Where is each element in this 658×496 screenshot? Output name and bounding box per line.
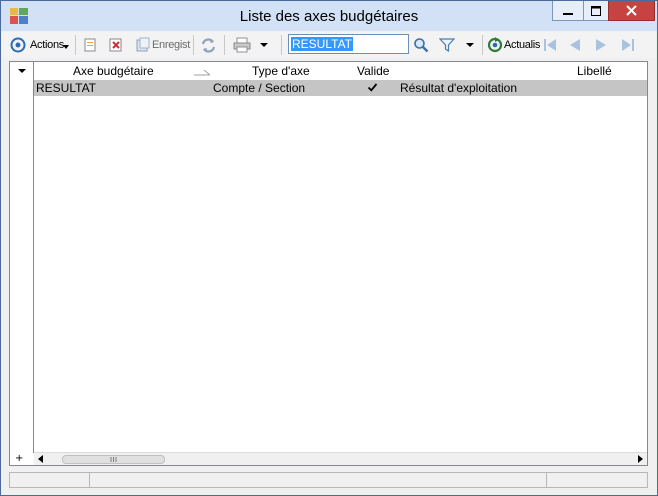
print-button[interactable]: [233, 35, 268, 55]
save-icon: [136, 37, 150, 52]
actions-icon: [10, 37, 26, 53]
status-panel: [89, 472, 547, 488]
refresh-icon: [487, 37, 503, 53]
toolbar-separator: [193, 35, 194, 55]
save-label: Enregist: [152, 39, 190, 51]
toolbar-separator: [281, 35, 282, 55]
actions-button[interactable]: Actions: [10, 35, 69, 55]
maximize-icon: [591, 5, 601, 16]
sync-icon: [201, 37, 216, 53]
filter-button[interactable]: [439, 35, 474, 55]
new-record-icon: [84, 38, 96, 52]
cell-libelle[interactable]: Résultat d'exploitation: [400, 81, 517, 95]
column-header-libelle[interactable]: Libellé: [577, 64, 612, 78]
close-button[interactable]: [608, 1, 655, 21]
toolbar-separator: [75, 35, 76, 55]
minimize-icon: [563, 12, 573, 15]
dropdown-arrow-icon: [260, 43, 268, 47]
cell-axe[interactable]: RESULTAT: [36, 81, 96, 95]
last-page-button[interactable]: [620, 35, 636, 55]
grid-header: Axe budgétaire Type d'axe Valide Libellé: [34, 62, 647, 79]
status-panel: [546, 472, 648, 488]
search-input[interactable]: RESULTAT: [288, 34, 409, 54]
column-header-valide[interactable]: Valide: [357, 64, 389, 78]
actions-label: Actions: [30, 39, 64, 51]
table-row[interactable]: RESULTAT Compte / Section Résultat d'exp…: [34, 80, 647, 96]
grip-icon: [110, 457, 117, 462]
next-page-button[interactable]: [594, 35, 608, 55]
dropdown-arrow-icon: [62, 45, 69, 49]
refresh-button[interactable]: Actualis: [487, 35, 540, 55]
previous-page-button[interactable]: [568, 35, 582, 55]
sort-indicator-icon: [194, 70, 210, 76]
status-bar: [1, 469, 657, 495]
close-icon: [626, 5, 637, 16]
checkmark-icon[interactable]: [367, 82, 378, 93]
filter-icon: [439, 38, 455, 53]
next-page-icon: [596, 39, 606, 51]
row-selector-column: [10, 62, 34, 453]
status-panel: [9, 472, 90, 488]
magnifier-icon: [414, 38, 429, 53]
toolbar: Actions Enregist RESULTAT Actualis: [2, 32, 656, 58]
toolbar-separator: [482, 35, 483, 55]
dropdown-arrow-icon: [466, 43, 474, 47]
main-window: Liste des axes budgétaires Actions Enreg…: [0, 0, 658, 496]
add-row-button[interactable]: +: [15, 453, 23, 465]
maximize-button[interactable]: [583, 1, 609, 21]
cell-type[interactable]: Compte / Section: [213, 81, 305, 95]
refresh-label: Actualis: [504, 39, 541, 51]
toolbar-separator: [224, 35, 225, 55]
data-grid: Axe budgétaire Type d'axe Valide Libellé…: [9, 61, 648, 466]
minimize-button[interactable]: [552, 1, 584, 21]
new-record-button[interactable]: [82, 35, 98, 55]
scrollbar-thumb[interactable]: [62, 455, 165, 464]
delete-button[interactable]: [108, 35, 124, 55]
column-header-type[interactable]: Type d'axe: [252, 64, 310, 78]
last-page-icon: [622, 39, 634, 51]
first-page-button[interactable]: [542, 35, 558, 55]
delete-icon: [109, 38, 122, 52]
scroll-right-icon[interactable]: [636, 455, 644, 463]
scroll-left-icon[interactable]: [37, 455, 45, 463]
dropdown-arrow-icon[interactable]: [18, 68, 26, 74]
column-header-axe[interactable]: Axe budgétaire: [73, 64, 154, 78]
first-page-icon: [544, 39, 556, 51]
title-bar[interactable]: Liste des axes budgétaires: [1, 1, 657, 31]
search-button[interactable]: [413, 35, 429, 55]
print-icon: [233, 37, 251, 53]
horizontal-scrollbar[interactable]: [34, 452, 647, 465]
sync-button[interactable]: [200, 35, 217, 55]
previous-page-icon: [570, 39, 580, 51]
save-button[interactable]: Enregist: [135, 35, 190, 55]
search-input-value: RESULTAT: [291, 37, 354, 51]
